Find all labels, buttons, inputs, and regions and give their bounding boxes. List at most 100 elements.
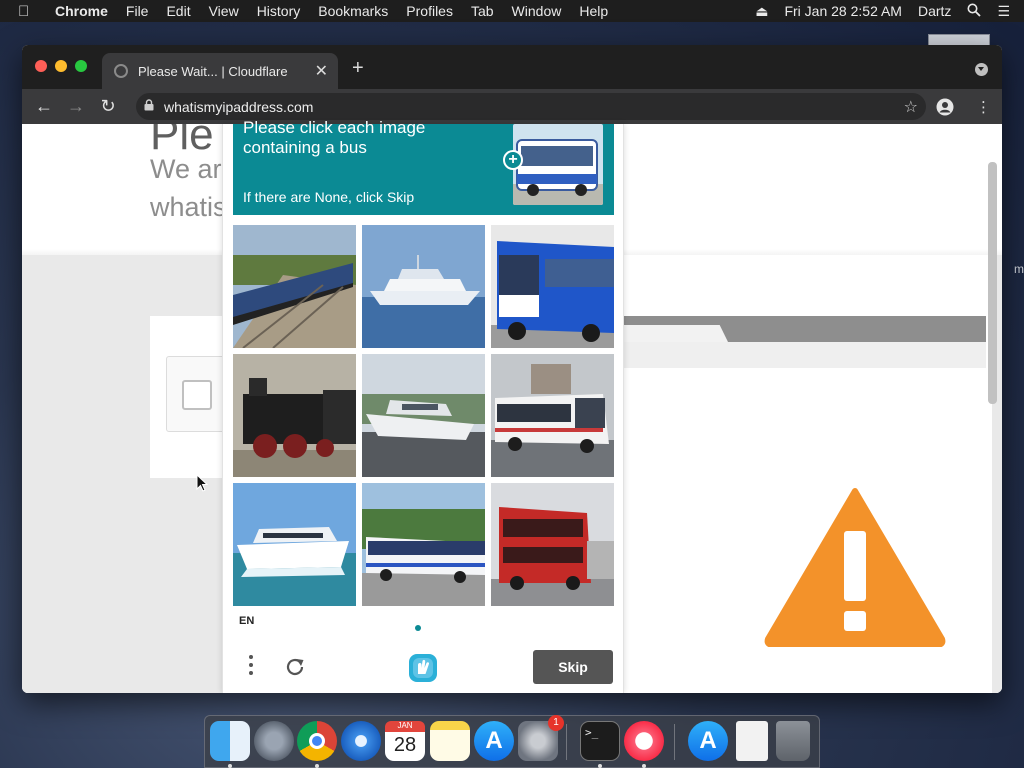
tab-search-icon[interactable] (975, 63, 988, 76)
train-image (233, 225, 356, 348)
calendar-icon[interactable]: JAN 28 (385, 721, 425, 761)
captcha-tile-3[interactable] (491, 225, 614, 348)
captcha-skip-button[interactable]: Skip (533, 650, 613, 684)
desktop-partial-label: m (1014, 262, 1024, 276)
eject-icon[interactable]: ⏏ (747, 3, 776, 20)
captcha-language-selector[interactable]: EN (239, 615, 254, 627)
steam-train-image (233, 354, 356, 477)
captcha-tile-4[interactable] (233, 354, 356, 477)
app-store-downloads-icon[interactable]: A (688, 721, 728, 761)
zoom-window-button[interactable] (75, 60, 87, 72)
menu-help[interactable]: Help (570, 3, 617, 19)
mouse-cursor-icon (196, 474, 208, 492)
app-store-glyph-2: A (699, 727, 717, 754)
notes-icon[interactable] (430, 721, 470, 761)
spotlight-search-icon[interactable] (959, 3, 989, 20)
app-store-glyph: A (485, 727, 503, 754)
close-window-button[interactable] (35, 60, 47, 72)
minimize-window-button[interactable] (55, 60, 67, 72)
terminal-prompt: >_ (585, 726, 599, 739)
captcha-tile-7[interactable] (233, 483, 356, 606)
captcha-prompt-line-2: containing a bus (243, 138, 367, 157)
trash-icon[interactable] (776, 721, 810, 761)
bus-image (362, 483, 485, 606)
captcha-challenge: Please click each image containing a bus… (222, 118, 624, 693)
calendar-day: 28 (393, 734, 417, 756)
browser-window: Please Wait... | Cloudflare ✕ + ← → ↻ wh… (22, 45, 1002, 693)
boat-image (362, 225, 485, 348)
chrome-running-dot (315, 764, 319, 768)
dock: JAN 28 A 1 >_ ♫ A (204, 715, 820, 768)
captcha-header: Please click each image containing a bus… (233, 118, 614, 215)
bus-image (491, 354, 614, 477)
dock-separator-2 (674, 724, 675, 760)
calendar-month: JAN (385, 721, 425, 732)
captcha-expand-example-icon[interactable]: + (503, 150, 523, 170)
menu-user[interactable]: Dartz (910, 3, 959, 19)
forward-arrow-icon[interactable]: → (60, 96, 92, 117)
captcha-menu-icon[interactable] (249, 655, 253, 679)
double-decker-bus-image (491, 483, 614, 606)
menu-edit[interactable]: Edit (157, 3, 199, 19)
menu-tab[interactable]: Tab (462, 3, 503, 19)
captcha-tile-2[interactable] (362, 225, 485, 348)
menu-app-name[interactable]: Chrome (46, 3, 117, 19)
warning-icon (764, 488, 946, 647)
terminal-icon[interactable]: >_ (580, 721, 620, 761)
menu-file[interactable]: File (117, 3, 158, 19)
tab-shape (624, 325, 728, 342)
reload-icon[interactable]: ↻ (92, 96, 124, 117)
close-tab-icon[interactable]: ✕ (315, 61, 328, 81)
boat-image (362, 354, 485, 477)
dock-separator (566, 724, 567, 760)
captcha-tile-9[interactable] (491, 483, 614, 606)
menu-profiles[interactable]: Profiles (397, 3, 462, 19)
system-preferences-icon[interactable]: 1 (518, 715, 564, 761)
globe-icon (114, 64, 128, 78)
captcha-skip-note: If there are None, click Skip (243, 189, 415, 205)
launchpad-icon[interactable] (254, 721, 294, 761)
menu-history[interactable]: History (248, 3, 310, 19)
captcha-tile-5[interactable] (362, 354, 485, 477)
captcha-tile-8[interactable] (362, 483, 485, 606)
hcaptcha-logo-icon[interactable] (407, 652, 439, 684)
menu-clock[interactable]: Fri Jan 28 2:52 AM (776, 3, 910, 19)
back-arrow-icon[interactable]: ← (28, 96, 60, 117)
url-text: whatismyipaddress.com (164, 98, 314, 115)
menu-bar:  Chrome File Edit View History Bookmark… (0, 0, 1024, 22)
captcha-refresh-icon[interactable] (284, 656, 306, 678)
page-subtitle-partial-2: whatis (150, 192, 227, 222)
finder-icon[interactable] (210, 721, 250, 761)
menu-window[interactable]: Window (503, 3, 571, 19)
captcha-prompt-line-1: Please click each image (243, 118, 426, 137)
profile-avatar-icon[interactable] (936, 98, 954, 120)
address-bar[interactable]: whatismyipaddress.com ☆ (136, 93, 926, 120)
captcha-image-grid (233, 225, 614, 606)
apple-menu-icon[interactable]:  (18, 3, 42, 20)
menu-bookmarks[interactable]: Bookmarks (309, 3, 397, 19)
yacht-image (233, 483, 356, 606)
tab-active[interactable]: Please Wait... | Cloudflare ✕ (102, 53, 338, 89)
app-store-icon[interactable]: A (474, 721, 514, 761)
music-icon[interactable]: ♫ (624, 721, 664, 761)
music-note-glyph: ♫ (636, 730, 652, 752)
captcha-progress-dot (415, 625, 421, 631)
kebab-menu-icon[interactable]: ⋮ (976, 98, 991, 116)
tab-underlay (624, 342, 986, 368)
new-tab-icon[interactable]: + (352, 57, 364, 80)
captcha-example-bus-image[interactable] (513, 124, 603, 205)
captcha-tile-1[interactable] (233, 225, 356, 348)
page-subtitle-partial-1: We ar (150, 154, 222, 184)
bookmark-star-icon[interactable]: ☆ (904, 97, 918, 117)
tab-bar: Please Wait... | Cloudflare ✕ + (22, 45, 1002, 89)
verify-checkbox[interactable] (182, 380, 212, 410)
captcha-tile-6[interactable] (491, 354, 614, 477)
page-scrollbar[interactable] (988, 162, 997, 404)
menu-view[interactable]: View (200, 3, 248, 19)
tab-title: Please Wait... | Cloudflare (138, 63, 288, 79)
chrome-icon[interactable] (297, 721, 337, 761)
control-center-list-icon[interactable]: ☰ (989, 3, 1018, 20)
safari-icon[interactable] (341, 721, 381, 761)
lock-icon[interactable] (144, 99, 154, 114)
archive-file-icon[interactable] (736, 721, 768, 761)
